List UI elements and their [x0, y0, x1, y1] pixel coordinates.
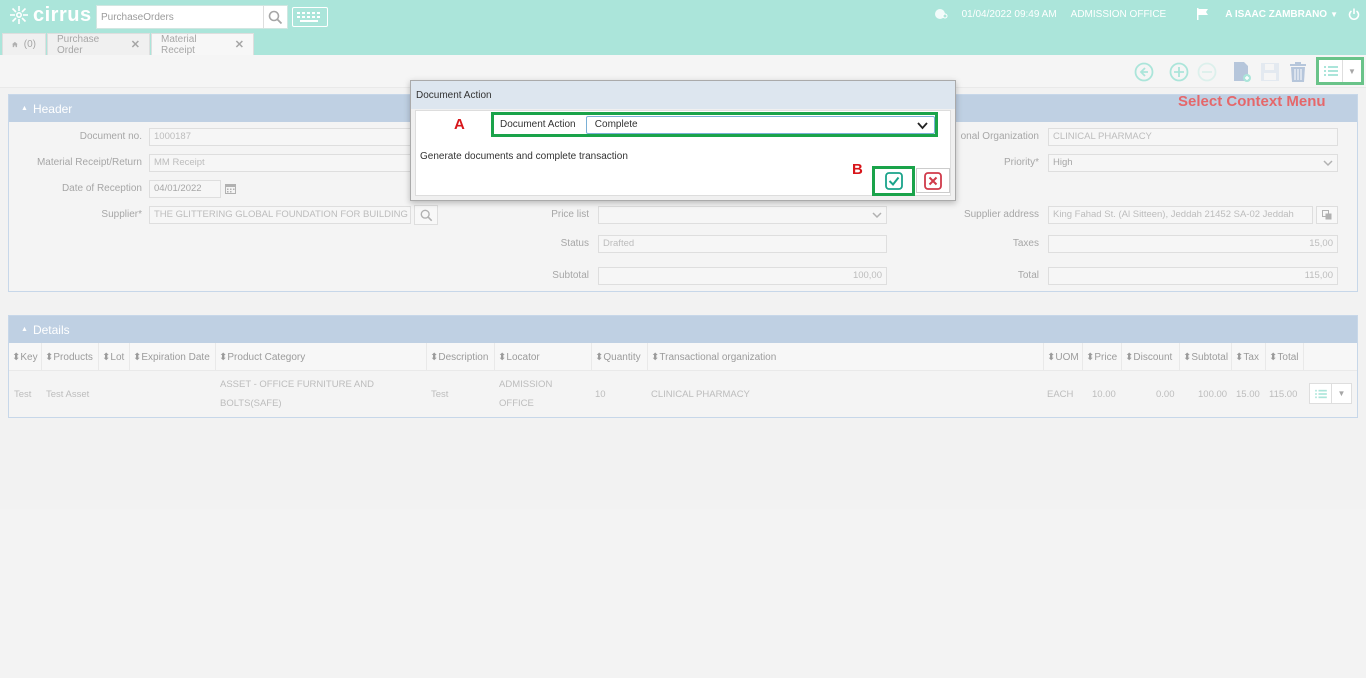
document-action-dialog: Document Action A Document Action Comple… — [410, 80, 956, 201]
dialog-title: Document Action — [411, 81, 955, 109]
checkmark-icon — [884, 172, 903, 190]
document-action-field-group: Document Action Complete — [491, 112, 938, 137]
dialog-body: A Document Action Complete Generate docu… — [415, 110, 951, 196]
close-icon — [924, 171, 942, 190]
annotation-a: A — [454, 116, 465, 133]
document-action-label: Document Action — [500, 119, 576, 130]
confirm-button[interactable] — [872, 166, 915, 196]
document-action-value: Complete — [594, 119, 638, 130]
annotation-b: B — [852, 161, 863, 178]
document-action-select[interactable]: Complete — [585, 115, 935, 134]
cancel-button[interactable] — [916, 168, 950, 193]
chevron-down-icon — [917, 121, 928, 129]
action-description: Generate documents and complete transact… — [420, 151, 628, 162]
